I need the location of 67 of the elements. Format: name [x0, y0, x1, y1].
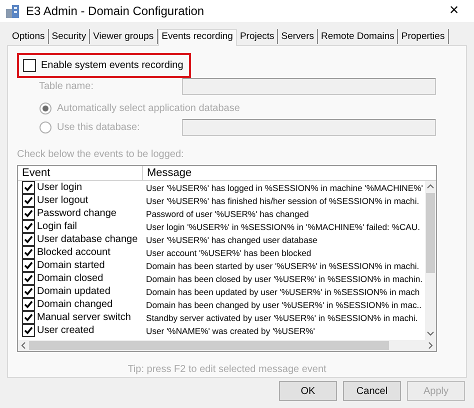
tab[interactable]: Remote Domains — [318, 29, 398, 44]
checkbox[interactable] — [22, 285, 35, 298]
event-message: User '%USER%' has logged in %SESSION% in machine '%MACHINE%' — [145, 182, 423, 194]
checkbox-label: Enable system events recording — [41, 59, 184, 73]
scroll-up-icon — [427, 184, 434, 189]
checkbox[interactable] — [22, 233, 35, 246]
checkbox[interactable] — [22, 194, 35, 207]
event-name: Domain started — [37, 260, 105, 272]
radio-label: Automatically select application database — [57, 102, 240, 116]
event-name: User created — [37, 324, 94, 336]
event-name: User login — [37, 182, 82, 194]
event-message: Domain has been updated by user '%USER%' in %SESSION% in mach — [145, 286, 420, 298]
event-name: User logout — [37, 194, 88, 206]
event-name: Domain changed — [37, 298, 113, 310]
event-name: Login fail — [37, 220, 78, 232]
tip-text: Tip: press F2 to edit selected message event — [126, 363, 328, 377]
scroll-right-icon — [428, 342, 433, 349]
event-name: User database change — [37, 234, 138, 246]
event-message: User login '%USER%' in %SESSION% in '%MACHINE%' failed: %CAU. — [145, 220, 420, 232]
tab[interactable]: Security — [48, 29, 90, 44]
tab[interactable]: Projects — [236, 29, 278, 44]
event-message: Password of user '%USER%' has changed — [145, 208, 309, 220]
checkbox[interactable] — [22, 181, 35, 194]
tab[interactable]: Events recording — [158, 29, 237, 46]
event-message: Domain has been started by user '%USER%' in %SESSION% in machi. — [145, 260, 420, 272]
event-message: Standby server activated by user '%USER%' in %SESSION% in machi. — [145, 312, 418, 324]
tab[interactable]: Properties — [398, 29, 449, 44]
checkbox[interactable] — [22, 298, 35, 311]
scroll-down-icon — [427, 331, 434, 336]
database-field[interactable] — [182, 119, 436, 136]
checkbox[interactable] — [22, 207, 35, 220]
vertical-scrollbar[interactable] — [425, 181, 436, 340]
event-name: Blocked account — [37, 246, 110, 258]
event-message: User '%USER%' has finished his/her session of %SESSION% in machi. — [145, 194, 420, 206]
column-header[interactable]: Message — [143, 166, 436, 180]
checkbox[interactable] — [23, 59, 36, 72]
column-header[interactable]: Event — [18, 166, 143, 180]
checkbox[interactable] — [22, 311, 35, 324]
checkbox[interactable] — [22, 324, 35, 337]
event-name: Manual server switch — [37, 312, 131, 324]
event-message: Domain has been changed by user '%USER%' in %SESSION% in mac.. — [145, 298, 422, 310]
event-message: User '%NAME%' was created by '%USER%' — [145, 324, 315, 336]
scroll-thumb[interactable] — [426, 193, 435, 273]
checkbox[interactable] — [22, 246, 35, 259]
scroll-left-icon — [21, 342, 26, 349]
event-name: Domain closed — [37, 272, 104, 284]
tab[interactable]: Options — [9, 29, 49, 44]
event-name: Password change — [37, 208, 116, 220]
window-title: E3 Admin - Domain Configuration — [26, 3, 206, 20]
event-name: Domain updated — [37, 286, 110, 298]
tab[interactable]: Servers — [278, 29, 318, 44]
dialog-button[interactable]: OK — [279, 381, 337, 401]
checkbox[interactable] — [22, 259, 35, 272]
event-message: User account '%USER%' has been blocked — [145, 246, 312, 258]
scroll-thumb[interactable] — [29, 341, 389, 350]
close-button[interactable]: × — [439, 3, 469, 19]
events-hint: Check below the events to be logged: — [17, 148, 185, 162]
event-message: Domain has been closed by user '%USER%' in %SESSION% in machin. — [145, 272, 422, 284]
dialog-button[interactable]: Cancel — [343, 381, 401, 401]
building-icon — [5, 4, 21, 18]
table-name-field[interactable] — [182, 78, 436, 95]
event-message: User '%USER%' has changed user database — [145, 234, 318, 246]
checkbox[interactable] — [22, 220, 35, 233]
radio-label: Use this database: — [57, 121, 140, 135]
field-label: Table name: — [38, 80, 94, 94]
horizontal-scrollbar[interactable] — [18, 340, 436, 351]
checkbox[interactable] — [22, 272, 35, 285]
